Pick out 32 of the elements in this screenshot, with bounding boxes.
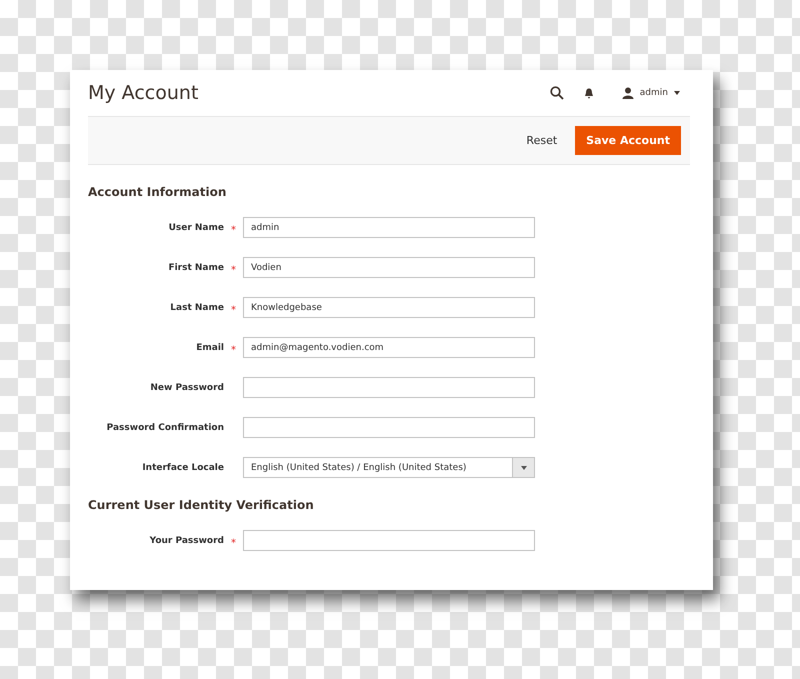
field-label: Your Password	[148, 536, 224, 546]
save-account-button[interactable]: Save Account	[575, 126, 681, 155]
input-field[interactable]: Knowledgebase	[243, 297, 535, 318]
field-label: Interface Locale	[141, 462, 224, 472]
field-label: User Name	[168, 222, 224, 232]
section-title: Account Information	[88, 185, 228, 199]
user-icon[interactable]	[622, 87, 634, 99]
reset-button[interactable]: Reset	[526, 128, 558, 153]
bell-icon[interactable]	[584, 88, 594, 98]
dropdown-caret-icon	[520, 466, 526, 470]
search-icon[interactable]	[550, 86, 564, 100]
input-field[interactable]: Vodien	[243, 257, 535, 278]
field-label: Password Confirmation	[106, 422, 224, 432]
page-title: My Account	[88, 82, 198, 104]
field-label: First Name	[167, 262, 224, 272]
field-label: Last Name	[169, 302, 224, 312]
user-menu-link[interactable]: admin	[640, 88, 668, 98]
caret-icon[interactable]	[674, 91, 680, 95]
field-label: Email	[195, 342, 224, 352]
required-mark: *	[231, 538, 236, 549]
required-mark: *	[231, 265, 236, 276]
input-field[interactable]	[243, 377, 535, 398]
required-mark: *	[231, 225, 236, 236]
locale-select[interactable]: English (United States) / English (United States)	[243, 457, 535, 478]
input-field[interactable]	[243, 530, 535, 551]
section-title: Current User Identity Verification	[88, 498, 315, 512]
input-field[interactable]	[243, 417, 535, 438]
field-label: New Password	[149, 382, 224, 392]
input-field[interactable]: admin@magento.vodien.com	[243, 337, 535, 358]
required-mark: *	[231, 305, 236, 316]
input-field[interactable]: admin	[243, 217, 535, 238]
required-mark: *	[231, 345, 236, 356]
